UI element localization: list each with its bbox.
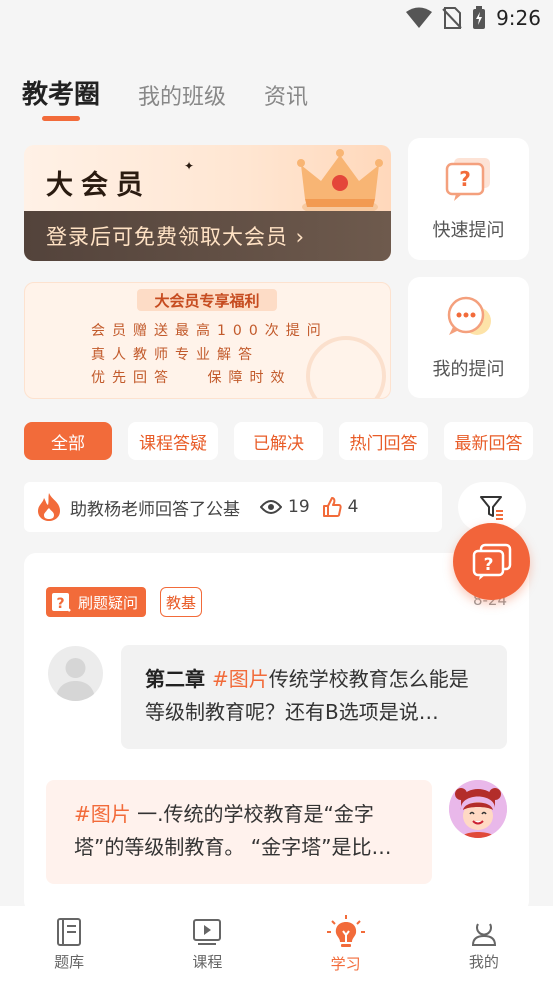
filter-icon — [480, 496, 503, 520]
filter-chips: 全部 课程答疑 已解决 热门回答 最新回答 — [24, 422, 533, 460]
nav-question-bank-label: 题库 — [54, 953, 85, 971]
tab-my-class[interactable]: 我的班级 — [138, 79, 226, 111]
lightbulb-icon — [326, 915, 365, 947]
perks-banner[interactable]: 大会员专享福利 会员赠送最高100次提问 真人教师专业解答 优先回答 保障时效 — [24, 282, 391, 399]
perks-title: 大会员专享福利 — [154, 291, 260, 310]
teacher-avatar[interactable] — [449, 780, 507, 838]
question-doc-icon: ? — [52, 593, 71, 612]
svg-text:?: ? — [483, 555, 493, 575]
ask-question-fab[interactable]: ? — [453, 523, 530, 600]
perk-line: 优先回答 保障时效 — [91, 370, 292, 386]
my-questions-button[interactable]: 我的提问 — [408, 277, 529, 398]
filter-course-qa[interactable]: 课程答疑 — [128, 422, 218, 460]
view-count: 19 — [260, 497, 310, 517]
membership-cta[interactable]: 登录后可免费领取大会员 › — [24, 211, 391, 261]
nav-study-label: 学习 — [330, 955, 361, 973]
nav-profile-label: 我的 — [468, 953, 499, 971]
question-image-tag[interactable]: #图片 — [212, 667, 269, 691]
tag-question-type-label: 刷题疑问 — [78, 593, 139, 612]
chat-dots-icon — [447, 296, 491, 335]
like-count-value: 4 — [347, 497, 359, 517]
answer-bubble[interactable]: #图片 一.传统的学校教育是“金字塔”的等级制教育。 “金字塔”是比… — [46, 780, 432, 884]
post-tags: ? 刷题疑问 教基 — [46, 587, 203, 617]
svg-text:?: ? — [459, 167, 471, 191]
svg-text:?: ? — [56, 596, 64, 612]
nav-profile[interactable]: 我的 — [415, 906, 553, 983]
filter-latest[interactable]: 最新回答 — [444, 422, 533, 460]
crown-icon — [297, 149, 383, 216]
video-play-icon — [193, 919, 222, 945]
wifi-icon — [406, 7, 433, 28]
tab-news[interactable]: 资讯 — [264, 79, 308, 111]
tab-jiaokaoquan[interactable]: 教考圈 — [22, 74, 100, 111]
eye-icon — [260, 500, 282, 514]
bottom-nav: 题库 课程 学习 我的 — [0, 906, 553, 983]
activity-notice[interactable]: 助教杨老师回答了公基 19 4 — [24, 482, 442, 532]
sparkle-icon: ✦ — [184, 159, 195, 173]
answer-image-tag[interactable]: #图片 — [74, 802, 131, 826]
perk-line: 会员赠送最高100次提问 — [91, 323, 328, 339]
filter-hot[interactable]: 热门回答 — [339, 422, 428, 460]
my-questions-label: 我的提问 — [432, 358, 505, 380]
quick-ask-button[interactable]: ? 快速提问 — [408, 138, 529, 260]
nav-courses-label: 课程 — [192, 953, 223, 971]
perks-title-box: 大会员专享福利 — [137, 289, 277, 311]
asker-avatar[interactable] — [48, 646, 103, 701]
nav-courses[interactable]: 课程 — [138, 906, 276, 983]
filter-all[interactable]: 全部 — [24, 422, 112, 460]
top-tabs: 教考圈 我的班级 资讯 — [22, 74, 308, 121]
filter-resolved[interactable]: 已解决 — [234, 422, 323, 460]
status-bar: 9:26 — [0, 0, 553, 40]
nav-study[interactable]: 学习 — [277, 906, 415, 983]
user-placeholder-icon — [56, 658, 95, 701]
battery-charging-icon — [473, 6, 486, 29]
tag-question-type: ? 刷题疑问 — [46, 587, 147, 617]
book-icon — [57, 918, 82, 946]
like-count: 4 — [322, 497, 359, 517]
quick-ask-label: 快速提问 — [432, 220, 505, 241]
fire-icon — [38, 493, 60, 521]
active-tab-indicator — [42, 116, 80, 121]
perk-line: 真人教师专业解答 — [91, 347, 259, 363]
membership-banner[interactable]: 大会员 ✦ 登录后可免费领取大会员 › — [24, 145, 391, 261]
watermark-seal — [306, 336, 386, 398]
status-time: 9:26 — [496, 6, 541, 30]
thumbs-up-icon — [322, 497, 342, 517]
question-chat-icon: ? — [472, 543, 511, 580]
question-chapter: 第二章 — [145, 667, 212, 691]
teacher-avatar-icon — [449, 780, 507, 838]
notice-text: 助教杨老师回答了公基 — [70, 499, 240, 520]
nav-question-bank[interactable]: 题库 — [0, 906, 138, 983]
membership-title: 大会员 — [46, 170, 151, 201]
user-icon — [471, 923, 496, 946]
membership-cta-label: 登录后可免费领取大会员 › — [46, 225, 306, 249]
view-count-value: 19 — [288, 497, 310, 517]
tag-subject: 教基 — [160, 587, 203, 617]
question-bubble[interactable]: 第二章 #图片传统学校教育怎么能是等级制教育呢？还有B选项是说… — [121, 645, 507, 749]
qa-post-card[interactable]: ? 刷题疑问 教基 8-24 第二章 #图片传统学校教育怎么能是等级制教育呢？还… — [24, 553, 529, 913]
no-sim-icon — [442, 7, 462, 29]
question-chat-icon: ? — [445, 158, 490, 201]
